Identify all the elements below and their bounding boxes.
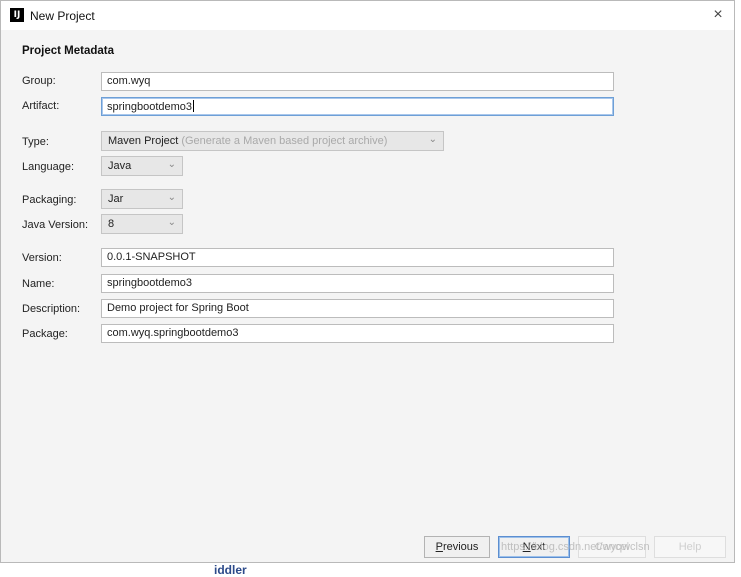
- version-input[interactable]: 0.0.1-SNAPSHOT: [101, 248, 614, 267]
- next-mnemonic: N: [522, 541, 531, 553]
- language-dropdown[interactable]: Java ⌄: [101, 156, 183, 176]
- previous-mnemonic: P: [435, 541, 443, 553]
- name-label: Name:: [22, 278, 55, 290]
- packaging-label: Packaging:: [22, 194, 77, 206]
- window-title: New Project: [30, 9, 95, 23]
- language-value: Java: [108, 160, 132, 172]
- intellij-app-icon: IJ: [10, 8, 24, 22]
- previous-button[interactable]: Previous: [424, 536, 490, 558]
- section-title: Project Metadata: [22, 45, 115, 57]
- new-project-dialog: IJ New Project × Project Metadata Group:…: [0, 0, 735, 563]
- description-input[interactable]: Demo project for Spring Boot: [101, 299, 614, 318]
- help-button[interactable]: Help: [654, 536, 726, 558]
- type-label: Type:: [22, 136, 49, 148]
- group-label: Group:: [22, 75, 56, 87]
- chevron-down-icon: ⌄: [167, 217, 176, 228]
- text-caret: [193, 100, 195, 112]
- background-editor-text: iddler: [214, 563, 247, 577]
- cancel-button[interactable]: Cancel: [578, 536, 646, 558]
- artifact-input[interactable]: springbootdemo3: [101, 97, 614, 116]
- packaging-value: Jar: [108, 193, 124, 205]
- language-label: Language:: [22, 161, 74, 173]
- package-label: Package:: [22, 328, 68, 340]
- java-version-value: 8: [108, 218, 115, 230]
- group-input[interactable]: com.wyq: [101, 72, 614, 91]
- type-dropdown[interactable]: Maven Project (Generate a Maven based pro…: [101, 131, 444, 151]
- chevron-down-icon: ⌄: [167, 192, 176, 203]
- name-input[interactable]: springbootdemo3: [101, 274, 614, 293]
- java-version-label: Java Version:: [22, 219, 89, 231]
- version-label: Version:: [22, 252, 62, 264]
- next-label-rest: ext: [530, 541, 546, 553]
- type-value: Maven Project: [108, 135, 179, 147]
- previous-label-rest: revious: [442, 541, 479, 553]
- chevron-down-icon: ⌄: [167, 159, 176, 170]
- chevron-down-icon: ⌄: [428, 134, 437, 145]
- package-input[interactable]: com.wyq.springbootdemo3: [101, 324, 614, 343]
- artifact-value: springbootdemo3: [107, 101, 193, 113]
- java-version-dropdown[interactable]: 8 ⌄: [101, 214, 183, 234]
- description-label: Description:: [22, 303, 81, 315]
- title-bar: IJ New Project ×: [1, 1, 734, 30]
- packaging-dropdown[interactable]: Jar ⌄: [101, 189, 183, 209]
- artifact-label: Artifact:: [22, 100, 60, 112]
- close-button[interactable]: ×: [706, 4, 730, 26]
- next-button[interactable]: Next: [498, 536, 570, 558]
- type-hint: (Generate a Maven based project archive): [181, 135, 388, 147]
